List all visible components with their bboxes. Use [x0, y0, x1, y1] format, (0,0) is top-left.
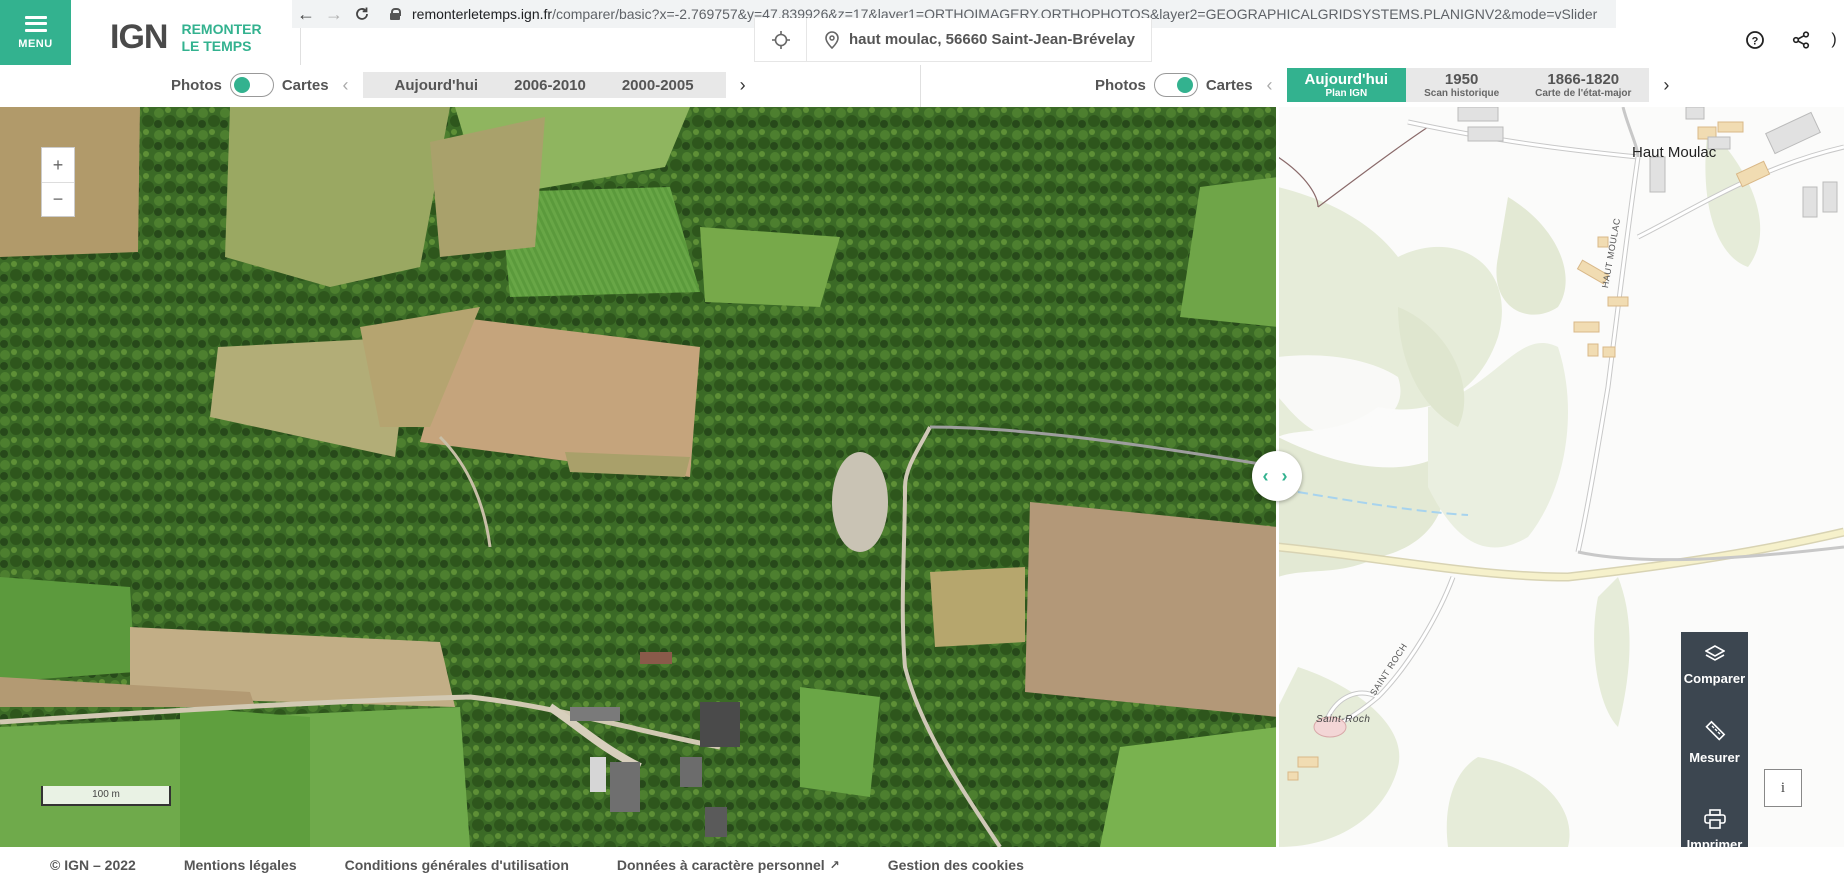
ruler-icon	[1704, 720, 1725, 741]
left-date-tabs: Aujourd'hui 2006-2010 2000-2005	[362, 72, 726, 98]
right-tab-1866-1820-sub: Carte de l'état-major	[1535, 88, 1632, 99]
map-compare-area[interactable]: + − 100 m Haut Moulac HAUT MOULAC SAINT …	[0, 107, 1844, 847]
left-tab-2000-2005[interactable]: 2000-2005	[604, 72, 712, 98]
compare-tool-button[interactable]: Comparer	[1681, 632, 1748, 698]
ign-logo-mark: IGN	[110, 18, 168, 56]
swipe-slider-handle[interactable]: ‹ ›	[1252, 451, 1302, 501]
tool-panel: Comparer Mesurer Imprimer	[1681, 632, 1748, 874]
zoom-in-button[interactable]: +	[42, 148, 74, 182]
left-cartes-label: Cartes	[281, 76, 329, 94]
right-tab-1950-label: 1950	[1444, 71, 1479, 88]
footer-link-privacy[interactable]: Données à caractère personnel ↗	[617, 857, 840, 873]
menu-label: MENU	[18, 37, 53, 50]
right-tab-1866-1820[interactable]: 1866-1820 Carte de l'état-major	[1517, 68, 1649, 102]
compare-label: Comparer	[1683, 670, 1746, 686]
info-button[interactable]: i	[1764, 769, 1802, 807]
external-link-icon: ↗	[829, 857, 840, 872]
lock-icon	[390, 8, 401, 20]
plan-map-drawing	[1278, 107, 1844, 847]
left-prev-chevron-icon[interactable]: ‹	[335, 75, 357, 96]
more-button[interactable]: )	[1824, 31, 1844, 49]
footer: © IGN – 2022 Mentions légales Conditions…	[0, 847, 1844, 882]
search-input[interactable]: haut moulac, 56660 Saint-Jean-Brévelay	[807, 18, 1151, 61]
selector-divider	[920, 65, 921, 107]
place-label-haut-moulac: Haut Moulac	[1632, 144, 1717, 161]
search-bar: haut moulac, 56660 Saint-Jean-Brévelay	[754, 18, 1152, 62]
left-photos-cartes-toggle[interactable]	[229, 73, 274, 97]
share-icon	[1792, 31, 1810, 49]
left-next-chevron-icon[interactable]: ›	[732, 75, 754, 96]
zoom-control: + −	[41, 147, 75, 217]
left-photos-label: Photos	[171, 76, 222, 94]
zoom-out-button[interactable]: −	[42, 182, 74, 216]
aerial-imagery	[0, 107, 1278, 847]
svg-text:?: ?	[1752, 36, 1759, 48]
forward-arrow-icon[interactable]: →	[320, 0, 348, 28]
share-button[interactable]	[1778, 31, 1824, 49]
reload-icon[interactable]	[348, 0, 376, 28]
logo-line-1: REMONTER	[181, 20, 262, 37]
left-tab-today[interactable]: Aujourd'hui	[377, 72, 497, 98]
scale-bar: 100 m	[41, 786, 171, 806]
right-photos-label: Photos	[1095, 76, 1146, 94]
right-next-chevron-icon[interactable]: ›	[1655, 75, 1677, 96]
right-cartes-label: Cartes	[1205, 76, 1253, 94]
url-host: remonterletemps.ign.fr	[412, 6, 553, 22]
aerial-photo-map[interactable]: + − 100 m	[0, 107, 1278, 847]
hamburger-icon	[24, 15, 47, 32]
right-prev-chevron-icon[interactable]: ‹	[1259, 75, 1281, 96]
crosshair-icon	[771, 30, 790, 49]
right-tab-1866-1820-label: 1866-1820	[1547, 71, 1620, 88]
help-button[interactable]: ?	[1732, 30, 1778, 50]
poi-label-saint-roch: Saint-Roch	[1316, 714, 1371, 725]
measure-label: Mesurer	[1689, 749, 1740, 765]
logo-text: REMONTER LE TEMPS	[181, 21, 261, 55]
location-pin-icon	[825, 30, 839, 49]
menu-button[interactable]: MENU	[0, 0, 71, 65]
app-logo[interactable]: IGN REMONTER LE TEMPS	[110, 18, 262, 57]
right-tab-1950[interactable]: 1950 Scan historique	[1406, 68, 1517, 102]
back-arrow-icon[interactable]: ←	[292, 0, 320, 28]
footer-link-legal[interactable]: Mentions légales	[184, 857, 297, 873]
right-tab-today-sub: Plan IGN	[1325, 88, 1368, 99]
printer-icon	[1703, 808, 1726, 829]
left-layer-selector: Photos Cartes ‹ Aujourd'hui 2006-2010 20…	[171, 72, 754, 98]
plan-ign-map[interactable]: Haut Moulac HAUT MOULAC SAINT ROCH Saint…	[1278, 107, 1844, 847]
header-actions: ? )	[1732, 28, 1844, 52]
left-tab-2006-2010[interactable]: 2006-2010	[496, 72, 604, 98]
layers-icon	[1704, 644, 1725, 661]
footer-privacy-label: Données à caractère personnel	[616, 856, 825, 873]
right-layer-selector: Photos Cartes ‹ Aujourd'hui Plan IGN 195…	[1095, 68, 1677, 102]
right-photos-cartes-toggle[interactable]	[1153, 73, 1198, 97]
footer-link-cookies[interactable]: Gestion des cookies	[888, 857, 1024, 873]
right-tab-today-label: Aujourd'hui	[1304, 71, 1389, 88]
footer-copyright: © IGN – 2022	[50, 856, 136, 873]
measure-tool-button[interactable]: Mesurer	[1681, 698, 1748, 786]
logo-line-2: LE TEMPS	[181, 37, 252, 54]
help-icon: ?	[1746, 31, 1764, 49]
geolocate-button[interactable]	[755, 18, 807, 61]
right-tab-1950-sub: Scan historique	[1424, 88, 1500, 99]
header-divider	[300, 28, 301, 65]
right-tab-today[interactable]: Aujourd'hui Plan IGN	[1286, 68, 1407, 102]
search-value: haut moulac, 56660 Saint-Jean-Brévelay	[849, 31, 1135, 48]
footer-link-cgu[interactable]: Conditions générales d'utilisation	[345, 857, 569, 873]
right-date-tabs: Aujourd'hui Plan IGN 1950 Scan historiqu…	[1286, 68, 1650, 102]
